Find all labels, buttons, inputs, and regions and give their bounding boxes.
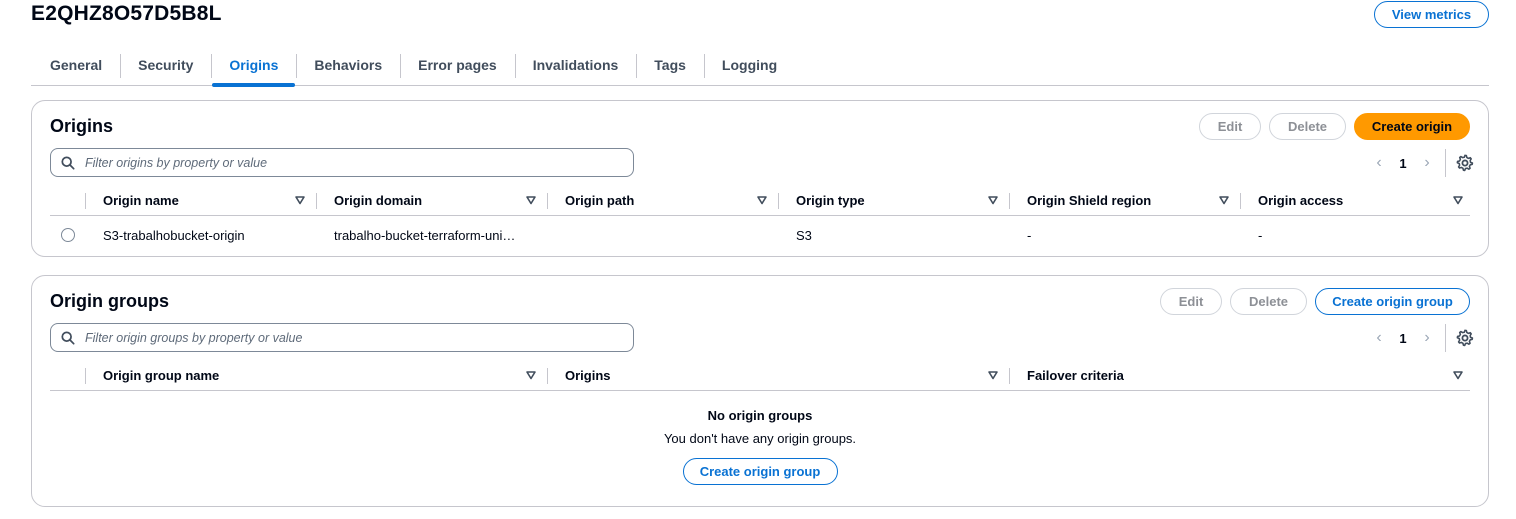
origins-container: Origins Edit Delete Create origin ‹ 1 › (31, 100, 1489, 257)
tab-behaviors[interactable]: Behaviors (296, 45, 400, 85)
origin-shield-region-cell: - (1027, 227, 1032, 243)
pager-divider (1445, 324, 1446, 352)
table-row[interactable]: S3-trabalhobucket-origin trabalho-bucket… (50, 216, 1470, 254)
origins-filter[interactable] (50, 148, 634, 177)
sort-caret-icon[interactable] (1452, 194, 1464, 206)
chevron-right-icon[interactable]: › (1417, 154, 1437, 172)
row-select-radio[interactable] (61, 228, 75, 242)
delete-origin-button[interactable]: Delete (1269, 113, 1346, 140)
view-metrics-button[interactable]: View metrics (1374, 1, 1489, 28)
origin-groups-pagination: ‹ 1 › (1369, 324, 1474, 352)
tab-security[interactable]: Security (120, 45, 211, 85)
create-origin-group-button[interactable]: Create origin group (1315, 288, 1470, 315)
delete-origin-group-button[interactable]: Delete (1230, 288, 1307, 315)
page-title: E2QHZ8O57D5B8L (31, 2, 222, 25)
column-origin-path[interactable]: Origin path (547, 185, 778, 216)
column-origin-type[interactable]: Origin type (778, 185, 1009, 216)
column-origin-access[interactable]: Origin access (1240, 185, 1470, 216)
origins-filter-input[interactable] (83, 154, 613, 171)
gear-icon[interactable] (1456, 329, 1474, 347)
search-icon (61, 330, 75, 345)
origin-groups-container: Origin groups Edit Delete Create origin … (31, 275, 1489, 507)
search-icon (61, 155, 75, 170)
tab-invalidations[interactable]: Invalidations (514, 45, 637, 85)
empty-state-message: You don't have any origin groups. (663, 431, 857, 446)
sort-caret-icon[interactable] (987, 194, 999, 206)
tab-bar: General Security Origins Behaviors Error… (31, 44, 1489, 87)
column-origin-group-name[interactable]: Origin group name (85, 360, 547, 391)
tab-tags[interactable]: Tags (636, 45, 704, 85)
tab-origins[interactable]: Origins (211, 45, 296, 87)
page-number[interactable]: 1 (1389, 156, 1417, 171)
column-origin-shield-region[interactable]: Origin Shield region (1009, 185, 1240, 216)
sort-caret-icon[interactable] (1218, 194, 1230, 206)
create-origin-button[interactable]: Create origin (1354, 113, 1470, 140)
origins-pagination: ‹ 1 › (1369, 149, 1474, 177)
column-origin-name[interactable]: Origin name (85, 185, 316, 216)
column-origin-domain[interactable]: Origin domain (316, 185, 547, 216)
tab-logging[interactable]: Logging (703, 45, 795, 85)
origin-access-cell: - (1258, 227, 1263, 243)
origin-path-cell (547, 216, 778, 254)
tab-error-pages[interactable]: Error pages (400, 45, 515, 85)
chevron-left-icon[interactable]: ‹ (1369, 329, 1389, 347)
sort-caret-icon[interactable] (525, 369, 537, 381)
origin-groups-filter[interactable] (50, 323, 634, 352)
origin-type-cell: S3 (796, 227, 812, 243)
edit-origin-group-button[interactable]: Edit (1160, 288, 1222, 315)
empty-create-origin-group-button[interactable]: Create origin group (682, 458, 838, 485)
gear-icon[interactable] (1456, 154, 1474, 172)
origins-actions: Edit Delete Create origin (1199, 113, 1470, 140)
sort-caret-icon[interactable] (1452, 369, 1464, 381)
origins-table: Origin name Origin domain Origin path Or… (50, 185, 1470, 254)
column-origins[interactable]: Origins (547, 360, 1009, 391)
tab-general[interactable]: General (31, 45, 120, 85)
sort-caret-icon[interactable] (294, 194, 306, 206)
origin-groups-table-header: Origin group name Origins Failover crite… (50, 360, 1470, 391)
chevron-left-icon[interactable]: ‹ (1369, 154, 1389, 172)
origin-groups-title: Origin groups (50, 291, 169, 311)
origin-name-cell: S3-trabalhobucket-origin (103, 227, 245, 243)
origins-title: Origins (50, 116, 114, 136)
origins-table-header: Origin name Origin domain Origin path Or… (50, 185, 1470, 216)
pager-divider (1445, 149, 1446, 177)
empty-state-title: No origin groups (707, 408, 813, 423)
sort-caret-icon[interactable] (525, 194, 537, 206)
sort-caret-icon[interactable] (756, 194, 768, 206)
sort-caret-icon[interactable] (987, 369, 999, 381)
chevron-right-icon[interactable]: › (1417, 329, 1437, 347)
origin-groups-actions: Edit Delete Create origin group (1160, 288, 1470, 315)
distribution-origins-page: E2QHZ8O57D5B8L View metrics General Secu… (0, 0, 1516, 519)
origin-domain-cell: trabalho-bucket-terraform-uni… (334, 227, 516, 243)
origin-groups-table: Origin group name Origins Failover crite… (50, 360, 1470, 485)
page-number[interactable]: 1 (1389, 331, 1417, 346)
column-failover-criteria[interactable]: Failover criteria (1009, 360, 1470, 391)
empty-state: No origin groups You don't have any orig… (50, 408, 1470, 485)
origin-groups-filter-input[interactable] (83, 329, 613, 346)
edit-origin-button[interactable]: Edit (1199, 113, 1261, 140)
